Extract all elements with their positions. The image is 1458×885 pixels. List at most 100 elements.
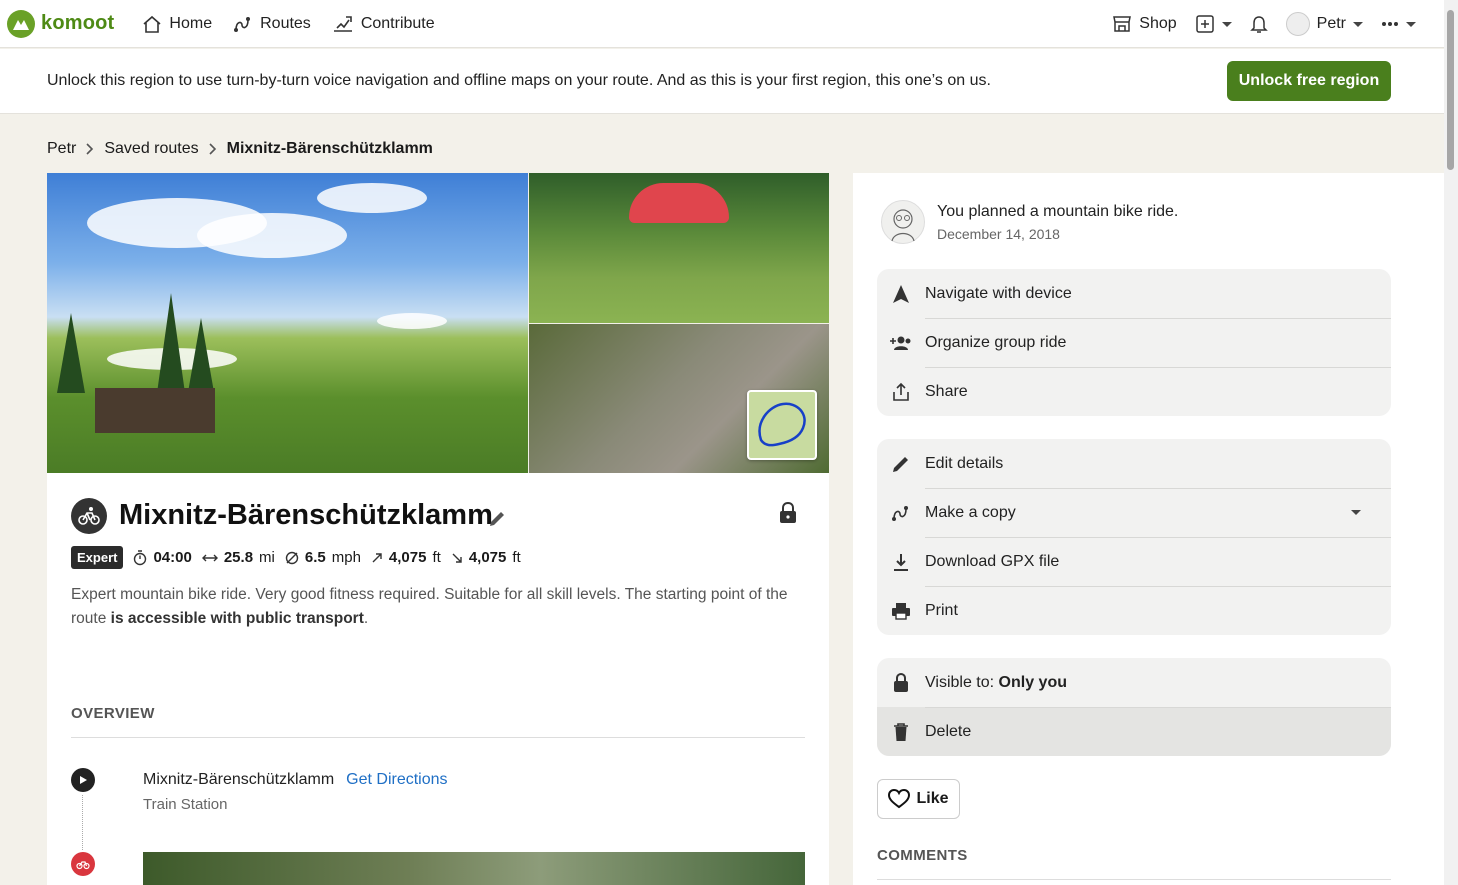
route-map-thumbnail[interactable] — [747, 390, 817, 460]
delete-button[interactable]: Delete — [877, 707, 1391, 756]
navigation-arrow-icon — [877, 284, 925, 304]
route-icon — [877, 504, 925, 522]
start-waypoint-type: Train Station — [143, 796, 228, 813]
comments-heading: COMMENTS — [877, 847, 968, 864]
breadcrumb-saved-routes[interactable]: Saved routes — [104, 140, 198, 158]
speed-stat: 6.5 mph — [285, 549, 361, 566]
printer-icon — [877, 602, 925, 620]
more-menu-button[interactable] — [1381, 21, 1416, 27]
user-name: Petr — [1316, 15, 1346, 32]
more-dots-icon — [1381, 21, 1399, 27]
like-label: Like — [916, 790, 949, 807]
tour-title: Mixnitz-Bärenschützklamm — [119, 499, 493, 531]
start-waypoint: Mixnitz-Bärenschützklamm Get Directions — [143, 771, 448, 789]
chevron-down-icon — [1406, 21, 1416, 27]
duration-value: 04:00 — [153, 549, 192, 566]
organize-group-ride-button[interactable]: Organize group ride — [877, 318, 1391, 367]
tour-photo-gallery — [47, 173, 829, 473]
bell-icon — [1249, 14, 1268, 34]
download-icon — [877, 552, 925, 572]
nav-contribute-label: Contribute — [360, 14, 435, 32]
uphill-unit: ft — [432, 549, 441, 566]
banner-text: Unlock this region to use turn-by-turn v… — [47, 72, 991, 89]
visible-to-prefix: Visible to: — [925, 673, 995, 691]
plus-square-icon — [1195, 14, 1215, 34]
action-group-edit: Edit details Make a copy Download GPX fi… — [877, 439, 1391, 635]
create-menu-button[interactable] — [1195, 14, 1232, 34]
uphill-arrow-icon — [371, 552, 383, 564]
description-public-transport: is accessible with public transport — [110, 610, 364, 627]
share-label: Share — [925, 382, 968, 400]
visibility-label: Visible to: Only you — [925, 674, 1067, 692]
komoot-logo[interactable]: komoot — [7, 9, 115, 38]
tour-stats: Expert 04:00 25.8 mi 6.5 mph 4,075 ft 4,… — [71, 546, 521, 569]
avatar[interactable] — [881, 200, 925, 244]
start-waypoint-name[interactable]: Mixnitz-Bärenschützklamm — [143, 771, 334, 789]
share-button[interactable]: Share — [877, 367, 1391, 416]
visible-to-value: Only you — [998, 673, 1067, 691]
print-label: Print — [925, 601, 958, 619]
highlight-photo[interactable] — [143, 852, 805, 885]
nav-contribute[interactable]: Contribute — [332, 15, 435, 33]
komoot-logo-icon — [7, 9, 35, 38]
logo-text: komoot — [41, 12, 115, 34]
photo-umbrella-rest[interactable] — [529, 173, 829, 323]
lock-icon — [877, 672, 925, 693]
edit-details-button[interactable]: Edit details — [877, 439, 1391, 488]
organize-group-ride-label: Organize group ride — [925, 333, 1067, 351]
nav-shop[interactable]: Shop — [1112, 15, 1177, 33]
description-end: . — [363, 610, 369, 627]
overview-heading: OVERVIEW — [71, 705, 155, 722]
nav-home[interactable]: Home — [142, 15, 212, 33]
chevron-down-icon — [1353, 21, 1363, 27]
avatar — [1285, 12, 1310, 36]
bike-highlight-icon — [71, 852, 95, 876]
breadcrumb-user[interactable]: Petr — [47, 140, 76, 158]
get-directions-link[interactable]: Get Directions — [346, 771, 447, 789]
unlock-free-region-button[interactable]: Unlock free region — [1227, 61, 1391, 101]
action-group-navigation: Navigate with device Organize group ride… — [877, 269, 1391, 416]
user-menu[interactable]: Petr — [1285, 12, 1363, 36]
download-gpx-label: Download GPX file — [925, 552, 1060, 570]
chevron-right-icon — [209, 143, 217, 155]
visibility-button[interactable]: Visible to: Only you — [877, 658, 1391, 707]
print-button[interactable]: Print — [877, 586, 1391, 635]
navigate-with-device-label: Navigate with device — [925, 284, 1072, 302]
speed-unit: mph — [331, 549, 361, 566]
average-speed-icon — [285, 551, 299, 565]
chevron-down-icon[interactable] — [1351, 510, 1361, 515]
tour-description: Expert mountain bike ride. Very good fit… — [71, 583, 801, 631]
comments-divider — [877, 879, 1391, 880]
navigate-with-device-button[interactable]: Navigate with device — [877, 269, 1391, 318]
photo-meadow-hut[interactable] — [47, 173, 528, 473]
speed-value: 6.5 — [304, 549, 326, 566]
play-icon — [71, 768, 95, 792]
shop-icon — [1112, 15, 1132, 33]
notifications-button[interactable] — [1249, 14, 1268, 34]
like-button[interactable]: Like — [877, 779, 960, 819]
delete-label: Delete — [925, 722, 972, 740]
edit-title-pencil-icon[interactable] — [487, 509, 507, 529]
route-icon — [233, 15, 253, 33]
downhill-value: 4,075 — [468, 549, 507, 566]
tour-actions-panel: You planned a mountain bike ride. Decemb… — [853, 173, 1458, 885]
hut-shape — [95, 388, 215, 433]
scrollbar-thumb[interactable] — [1447, 10, 1454, 170]
nav-routes-label: Routes — [260, 14, 311, 32]
page-scrollbar[interactable] — [1444, 0, 1458, 885]
planned-date: December 14, 2018 — [937, 226, 1060, 242]
waypoint-connector — [82, 795, 83, 850]
difficulty-badge: Expert — [71, 546, 124, 569]
home-icon — [142, 15, 162, 33]
uphill-value: 4,075 — [388, 549, 427, 566]
make-a-copy-button[interactable]: Make a copy — [877, 488, 1391, 537]
trash-icon — [877, 722, 925, 742]
nav-routes[interactable]: Routes — [233, 15, 311, 33]
photo-mountain-biker[interactable] — [529, 324, 829, 473]
download-gpx-button[interactable]: Download GPX file — [877, 537, 1391, 586]
make-a-copy-label: Make a copy — [925, 503, 1016, 521]
unlock-region-banner: Unlock this region to use turn-by-turn v… — [0, 49, 1444, 114]
top-navigation: komoot Home Routes Contribute Shop Petr — [0, 0, 1444, 48]
contribute-icon — [332, 15, 354, 33]
distance-arrows-icon — [201, 553, 218, 563]
